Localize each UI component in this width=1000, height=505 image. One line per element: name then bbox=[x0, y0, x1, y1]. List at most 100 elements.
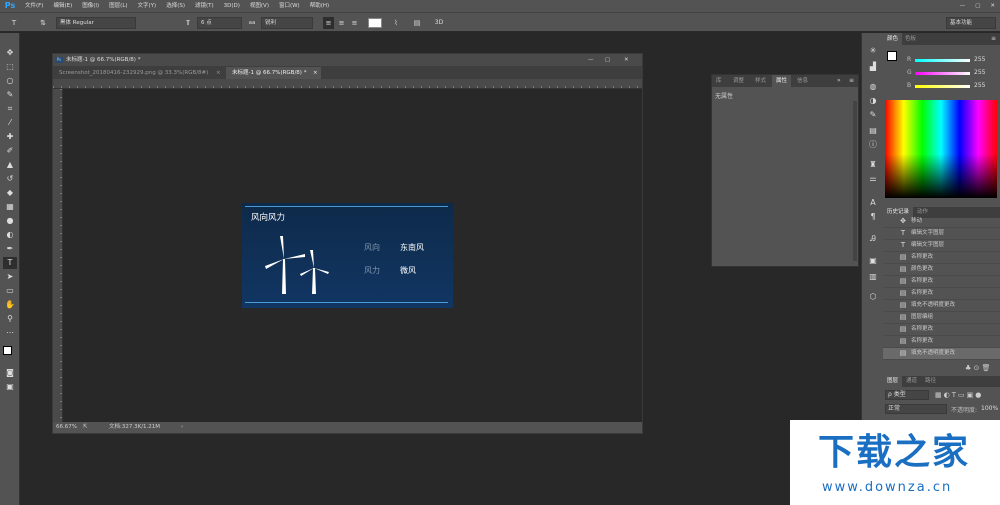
tab-swatches[interactable]: 色板 bbox=[901, 33, 920, 45]
eraser-tool-icon[interactable]: ◆ bbox=[3, 187, 17, 199]
properties-scrollbar[interactable] bbox=[853, 101, 857, 261]
shape-tool-icon[interactable]: ▭ bbox=[3, 285, 17, 297]
menu-image[interactable]: 图像(I) bbox=[77, 0, 104, 12]
menu-layer[interactable]: 图层(L) bbox=[104, 0, 132, 12]
toggle-orientation-icon[interactable]: ⇅ bbox=[38, 17, 48, 29]
font-size-select[interactable]: 6 点 bbox=[197, 17, 242, 29]
history-item[interactable]: ▤ 名称更改 bbox=[883, 252, 1000, 264]
tab-properties[interactable]: 属性 bbox=[772, 75, 792, 87]
tab-color[interactable]: 颜色 bbox=[883, 33, 903, 45]
b-slider[interactable] bbox=[915, 85, 970, 88]
hand-tool-icon[interactable]: ✋ bbox=[3, 299, 17, 311]
lasso-tool-icon[interactable]: ○ bbox=[3, 75, 17, 87]
snapshot-icon[interactable]: ⊙ bbox=[974, 364, 980, 372]
path-select-tool-icon[interactable]: ➤ bbox=[3, 271, 17, 283]
align-center-icon[interactable]: ≡ bbox=[336, 17, 347, 29]
tab-styles[interactable]: 样式 bbox=[751, 75, 770, 87]
export-icon[interactable]: ⇱ bbox=[83, 422, 88, 433]
align-left-icon[interactable]: ≡ bbox=[323, 17, 334, 29]
menu-window[interactable]: 窗口(W) bbox=[274, 0, 305, 12]
g-value[interactable]: 255 bbox=[974, 69, 985, 76]
crop-tool-icon[interactable]: ⌗ bbox=[3, 103, 17, 115]
paragraph-icon[interactable]: ¶ bbox=[866, 211, 880, 223]
tab-close-icon[interactable]: × bbox=[216, 67, 221, 79]
tab-screenshot[interactable]: Screenshot_20180416-232929.png @ 33.3%(R… bbox=[53, 67, 225, 79]
menu-help[interactable]: 帮助(H) bbox=[305, 0, 334, 12]
antialias-select[interactable]: 锐利 bbox=[261, 17, 313, 29]
quick-select-tool-icon[interactable]: ✎ bbox=[3, 89, 17, 101]
collapse-icon[interactable]: » bbox=[837, 75, 841, 87]
gradient-tool-icon[interactable]: ▦ bbox=[3, 201, 17, 213]
tab-untitled[interactable]: 未标题-1 @ 66.7%(RGB/8) * × bbox=[226, 67, 321, 79]
opacity-value[interactable]: 100% bbox=[981, 405, 998, 412]
r-value[interactable]: 255 bbox=[974, 56, 985, 63]
layer-filter-icons[interactable]: ▦◐T▭▣● bbox=[935, 390, 999, 400]
color-icon[interactable]: ◑ bbox=[866, 95, 880, 107]
pen-tool-icon[interactable]: ✒ bbox=[3, 243, 17, 255]
history-item[interactable]: ✥ 移动 bbox=[883, 216, 1000, 228]
tab-library[interactable]: 库 bbox=[712, 75, 726, 87]
blur-tool-icon[interactable]: ● bbox=[3, 215, 17, 227]
tab-paths[interactable]: 路径 bbox=[921, 376, 940, 388]
character-panel-icon[interactable]: ▤ bbox=[411, 17, 423, 29]
glyph-icon[interactable]: Ꭿ bbox=[866, 233, 880, 245]
adjust-icon[interactable]: ⚌ bbox=[866, 173, 880, 185]
layer-comps-icon[interactable]: ▣ bbox=[866, 255, 880, 267]
zoom-tool-icon[interactable]: ⚲ bbox=[3, 313, 17, 325]
panel-menu-icon[interactable]: ≡ bbox=[991, 33, 996, 45]
menu-3d[interactable]: 3D(D) bbox=[219, 0, 245, 12]
history-item[interactable]: ▤ 名称更改 bbox=[883, 276, 1000, 288]
menu-select[interactable]: 选择(S) bbox=[161, 0, 190, 12]
tab-adjustments[interactable]: 调整 bbox=[729, 75, 748, 87]
histogram-icon[interactable]: ▟ bbox=[866, 61, 880, 73]
type-tool-icon[interactable]: T bbox=[3, 257, 17, 269]
history-item-selected[interactable]: ▤ 填充不透明度更改 bbox=[883, 348, 1000, 360]
history-item[interactable]: ▤ 图层编组 bbox=[883, 312, 1000, 324]
maximize-icon[interactable]: ▢ bbox=[970, 0, 985, 12]
tab-channels[interactable]: 通道 bbox=[902, 376, 921, 388]
healing-brush-tool-icon[interactable]: ✚ bbox=[3, 131, 17, 143]
delete-icon[interactable]: 🗑 bbox=[982, 364, 991, 372]
warp-text-icon[interactable]: ⌇ bbox=[390, 17, 402, 29]
history-item[interactable]: ▤ 填充不透明度更改 bbox=[883, 300, 1000, 312]
layer-filter-select[interactable]: ρ 类型 bbox=[885, 390, 929, 400]
menu-view[interactable]: 视图(V) bbox=[245, 0, 274, 12]
clone-stamp-tool-icon[interactable]: ▲ bbox=[3, 159, 17, 171]
dodge-tool-icon[interactable]: ◐ bbox=[3, 229, 17, 241]
info-icon[interactable]: ⓘ bbox=[866, 139, 880, 151]
history-brush-tool-icon[interactable]: ↺ bbox=[3, 173, 17, 185]
history-item[interactable]: ▤ 名称更改 bbox=[883, 288, 1000, 300]
font-family-select[interactable]: 黑体 Regular bbox=[56, 17, 136, 29]
history-item[interactable]: ▤ 颜色更改 bbox=[883, 264, 1000, 276]
color-spectrum[interactable] bbox=[885, 100, 997, 198]
history-item[interactable]: ▤ 名称更改 bbox=[883, 336, 1000, 348]
move-tool-icon[interactable]: ✥ bbox=[3, 47, 17, 59]
history-item[interactable]: T 编辑文字图层 bbox=[883, 228, 1000, 240]
brush-tool-icon[interactable]: ✐ bbox=[3, 145, 17, 157]
history-item[interactable]: ▤ 名称更改 bbox=[883, 324, 1000, 336]
blend-mode-select[interactable]: 正常 bbox=[885, 404, 947, 414]
tab-info[interactable]: 信息 bbox=[793, 75, 812, 87]
workspace-select[interactable]: 基本功能 bbox=[946, 17, 996, 29]
doc-maximize-icon[interactable]: ▢ bbox=[605, 54, 610, 66]
3d-panel-icon[interactable]: ⬡ bbox=[866, 291, 880, 303]
r-slider[interactable] bbox=[915, 59, 970, 62]
align-right-icon[interactable]: ≡ bbox=[349, 17, 360, 29]
quick-mask-icon[interactable]: ◙ bbox=[3, 367, 17, 379]
notes-icon[interactable]: ▥ bbox=[866, 271, 880, 283]
doc-close-icon[interactable]: ✕ bbox=[624, 54, 629, 66]
close-icon[interactable]: ✕ bbox=[985, 0, 1000, 12]
screen-mode-icon[interactable]: ▣ bbox=[3, 381, 17, 393]
clone-source-icon[interactable]: ♜ bbox=[866, 159, 880, 171]
navigator-icon[interactable]: ◍ bbox=[866, 81, 880, 93]
menu-edit[interactable]: 编辑(E) bbox=[48, 0, 77, 12]
marquee-tool-icon[interactable]: ⬚ bbox=[3, 61, 17, 73]
character-icon[interactable]: A bbox=[866, 197, 880, 209]
properties-icon[interactable]: ▤ bbox=[866, 125, 880, 137]
brush-preset-icon[interactable]: ✎ bbox=[866, 109, 880, 121]
g-slider[interactable] bbox=[915, 72, 970, 75]
menu-filter[interactable]: 滤镜(T) bbox=[190, 0, 219, 12]
type-tool-icon[interactable]: T bbox=[8, 17, 20, 29]
menu-type[interactable]: 文字(Y) bbox=[133, 0, 162, 12]
status-menu-arrow-icon[interactable]: › bbox=[181, 422, 183, 433]
